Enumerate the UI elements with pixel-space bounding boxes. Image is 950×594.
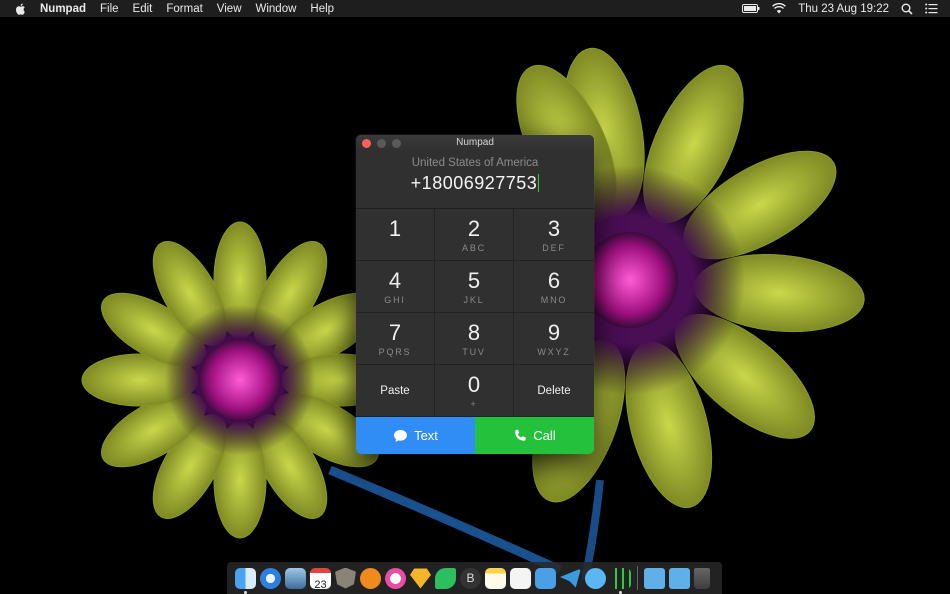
- delete-label: Delete: [537, 384, 571, 397]
- keypad: 1 2 ABC 3 DEF 4 GHI 5 JKL 6 MNO 7 PQRS 8: [356, 208, 594, 417]
- call-button[interactable]: Call: [475, 417, 594, 454]
- screenshots-folder-icon[interactable]: [669, 567, 690, 589]
- key-digit: 3: [547, 215, 561, 241]
- key-letters: MNO: [540, 294, 568, 305]
- key-6[interactable]: 6 MNO: [514, 261, 594, 313]
- key-letters: WXYZ: [537, 346, 571, 357]
- key-digit: 1: [388, 215, 402, 241]
- finder-icon[interactable]: [235, 567, 256, 594]
- number-display[interactable]: United States of America +18006927753: [356, 151, 594, 208]
- paste-button[interactable]: Paste: [356, 365, 435, 417]
- key-1[interactable]: 1: [356, 209, 435, 261]
- preview-icon[interactable]: [285, 567, 306, 589]
- key-digit: 5: [467, 267, 481, 293]
- messages-icon[interactable]: [585, 567, 606, 589]
- key-letters: GHI: [384, 294, 406, 305]
- calendar-icon[interactable]: 23: [310, 567, 331, 591]
- menu-help[interactable]: Help: [310, 3, 334, 15]
- trash-icon[interactable]: [694, 567, 710, 589]
- key-digit: 9: [547, 319, 561, 345]
- country-label: United States of America: [411, 157, 539, 169]
- window-close-button[interactable]: [362, 139, 371, 148]
- key-7[interactable]: 7 PQRS: [356, 313, 435, 365]
- menu-bar: Numpad File Edit Format View Window Help…: [0, 0, 950, 17]
- spotlight-search-icon[interactable]: [901, 3, 913, 15]
- key-3[interactable]: 3 DEF: [514, 209, 594, 261]
- text-caret: [538, 174, 540, 192]
- dock-separator: [637, 566, 638, 590]
- menu-format[interactable]: Format: [166, 3, 202, 15]
- key-digit: 2: [467, 215, 481, 241]
- numpad-window: Numpad United States of America +1800692…: [356, 135, 594, 454]
- running-indicator: [619, 590, 622, 594]
- key-digit: 6: [547, 267, 561, 293]
- bear-icon[interactable]: B: [460, 567, 481, 589]
- numpad-icon[interactable]: [610, 567, 631, 594]
- wifi-icon[interactable]: [772, 3, 787, 14]
- action-bar: Text Call: [356, 417, 594, 454]
- menu-file[interactable]: File: [100, 3, 119, 15]
- dock: 23 B: [227, 562, 722, 594]
- running-indicator: [244, 590, 247, 594]
- speech-bubble-icon: [394, 429, 408, 442]
- books-icon[interactable]: [360, 567, 381, 589]
- menu-edit[interactable]: Edit: [133, 3, 153, 15]
- key-9[interactable]: 9 WXYZ: [514, 313, 594, 365]
- reminders-icon[interactable]: [510, 567, 531, 589]
- key-2[interactable]: 2 ABC: [435, 209, 514, 261]
- key-letters: PQRS: [378, 346, 412, 357]
- text-button-label: Text: [414, 428, 438, 443]
- notification-center-icon[interactable]: [925, 3, 938, 14]
- paste-label: Paste: [380, 384, 410, 397]
- tunnelbear-icon[interactable]: [535, 567, 556, 589]
- text-button[interactable]: Text: [356, 417, 475, 454]
- key-letters: DEF: [542, 242, 566, 253]
- key-5[interactable]: 5 JKL: [435, 261, 514, 313]
- key-digit: 7: [388, 319, 402, 345]
- call-button-label: Call: [533, 428, 556, 443]
- key-letters: TUV: [462, 346, 486, 357]
- menubar-clock[interactable]: Thu 23 Aug 19:22: [798, 3, 889, 15]
- delete-button[interactable]: Delete: [514, 365, 594, 417]
- menu-window[interactable]: Window: [256, 3, 297, 15]
- key-8[interactable]: 8 TUV: [435, 313, 514, 365]
- key-letters: JKL: [463, 294, 485, 305]
- key-letters: ABC: [462, 242, 486, 253]
- window-minimize-button[interactable]: [377, 139, 386, 148]
- phone-number-text: +18006927753: [410, 173, 538, 193]
- notes-icon[interactable]: [485, 567, 506, 589]
- sketch-icon[interactable]: [410, 568, 431, 589]
- security-icon[interactable]: [335, 567, 356, 589]
- menu-view[interactable]: View: [217, 3, 242, 15]
- battery-icon[interactable]: [742, 4, 760, 13]
- safari-icon[interactable]: [260, 567, 281, 589]
- key-0[interactable]: 0 +: [435, 365, 514, 417]
- window-titlebar[interactable]: Numpad: [356, 135, 594, 151]
- key-digit: 0: [467, 371, 481, 397]
- phone-number-field[interactable]: +18006927753: [356, 173, 594, 194]
- phone-icon: [515, 429, 526, 441]
- key-letters: +: [470, 398, 478, 409]
- key-4[interactable]: 4 GHI: [356, 261, 435, 313]
- menu-app-name[interactable]: Numpad: [40, 3, 86, 15]
- window-zoom-button[interactable]: [392, 139, 401, 148]
- key-digit: 4: [388, 267, 402, 293]
- folder-icon[interactable]: [644, 567, 665, 589]
- key-digit: 8: [467, 319, 481, 345]
- evernote-icon[interactable]: [435, 567, 456, 589]
- window-title: Numpad: [456, 137, 494, 148]
- itunes-icon[interactable]: [385, 567, 406, 589]
- telegram-icon[interactable]: [560, 568, 581, 588]
- apple-logo-icon[interactable]: [14, 2, 28, 16]
